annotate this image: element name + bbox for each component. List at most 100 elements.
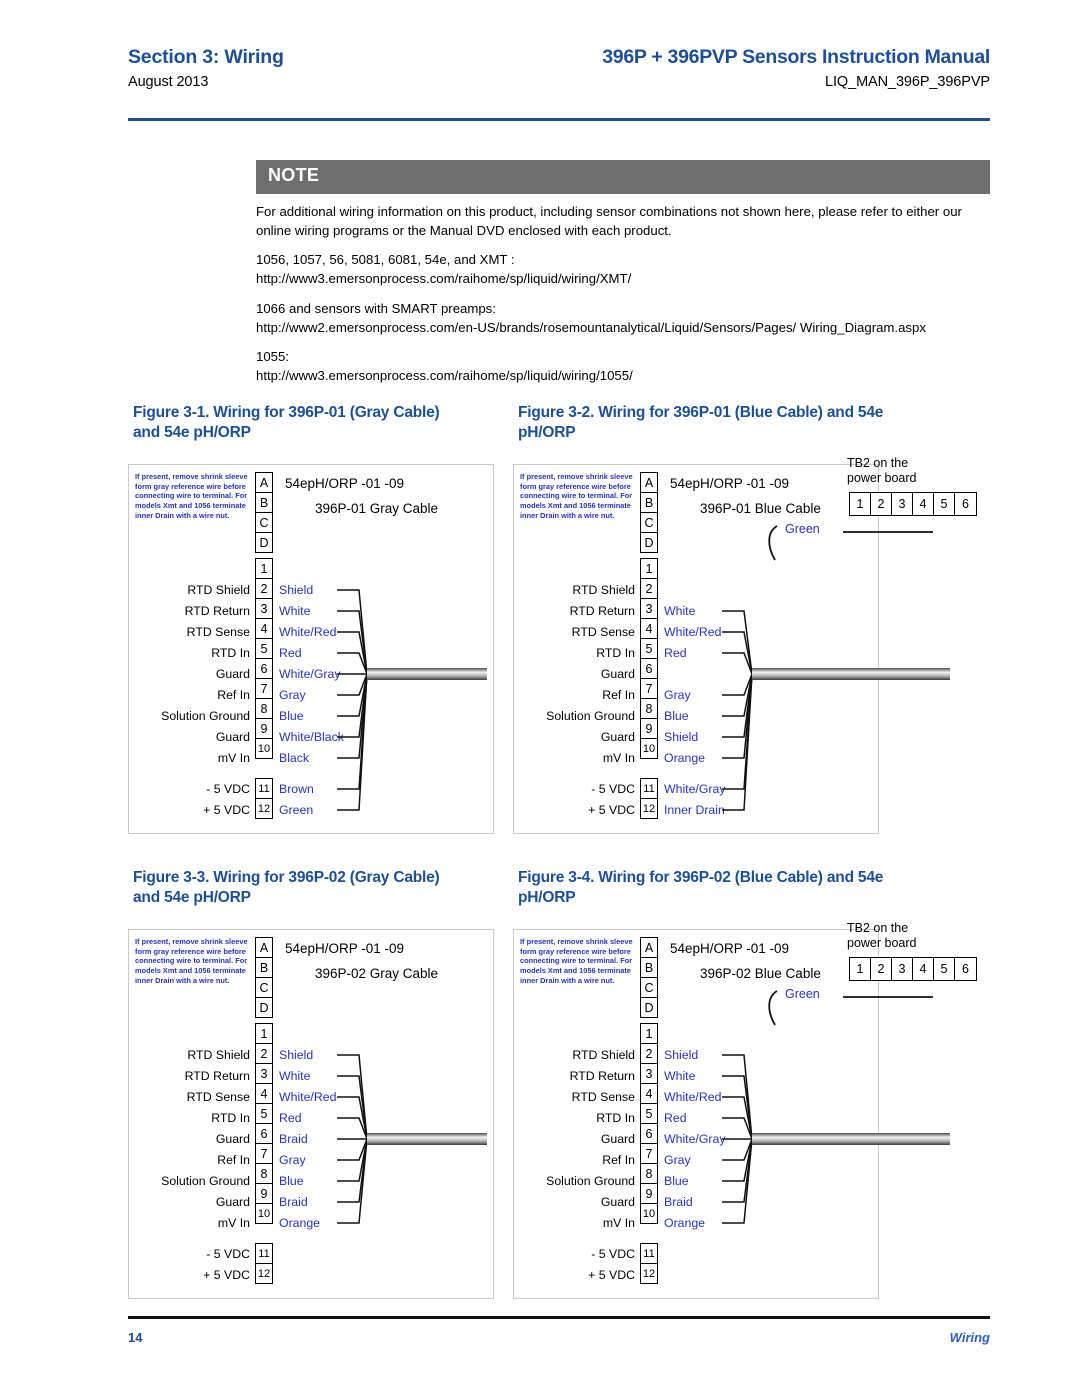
footer-divider (128, 1316, 990, 1319)
wire-label-10: Orange (279, 1216, 321, 1230)
terminal-11[interactable]: 11 (255, 1243, 273, 1264)
terminal-1[interactable]: 1 (640, 558, 658, 579)
terminal-5[interactable]: 5 (255, 1103, 273, 1124)
terminal-1[interactable]: 1 (255, 558, 273, 579)
letter-terminal-column: ABCD (640, 472, 658, 553)
note-entry-url-1[interactable]: http://www2.emersonprocess.com/en-US/bra… (256, 319, 996, 338)
wire-label-2: Shield (279, 583, 314, 597)
letter-terminal-column: ABCD (255, 937, 273, 1018)
header-divider (128, 118, 990, 121)
tb2-terminal-6[interactable]: 6 (955, 493, 976, 515)
terminal-8[interactable]: 8 (255, 1163, 273, 1184)
terminal-5[interactable]: 5 (640, 1103, 658, 1124)
terminal-2[interactable]: 2 (255, 1043, 273, 1064)
terminal-4[interactable]: 4 (255, 1083, 273, 1104)
terminal-label-5: RTD In (211, 1111, 250, 1125)
terminal-11[interactable]: 11 (640, 1243, 658, 1264)
terminal-C[interactable]: C (640, 512, 658, 533)
terminal-3[interactable]: 3 (255, 598, 273, 619)
figure-title-line2: and 54e pH/ORP (133, 888, 251, 906)
terminal-4[interactable]: 4 (640, 1083, 658, 1104)
terminal-A[interactable]: A (255, 937, 273, 958)
terminal-C[interactable]: C (640, 977, 658, 998)
terminal-10[interactable]: 10 (255, 738, 273, 759)
terminal-4[interactable]: 4 (640, 618, 658, 639)
wire-label-9: Shield (664, 730, 699, 744)
terminal-12[interactable]: 12 (255, 1263, 273, 1284)
terminal-12[interactable]: 12 (640, 1263, 658, 1284)
terminal-label-3: RTD Return (184, 604, 250, 618)
note-entry-models-0: 1056, 1057, 56, 5081, 6081, 54e, and XMT… (256, 252, 515, 268)
shrink-sleeve-note: If present, remove shrink sleeve form gr… (135, 472, 248, 520)
terminal-label-11: - 5 VDC (591, 1247, 635, 1261)
terminal-label-10: mV In (217, 1216, 250, 1230)
terminal-2[interactable]: 2 (640, 578, 658, 599)
note-paragraph: For additional wiring information on thi… (256, 204, 962, 238)
terminal-8[interactable]: 8 (255, 698, 273, 719)
terminal-6[interactable]: 6 (640, 658, 658, 679)
tb2-terminal-5[interactable]: 5 (934, 958, 955, 980)
terminal-3[interactable]: 3 (255, 1063, 273, 1084)
terminal-6[interactable]: 6 (640, 1123, 658, 1144)
terminal-12[interactable]: 12 (255, 798, 273, 819)
terminal-7[interactable]: 7 (640, 1143, 658, 1164)
note-header-bar: NOTE (256, 160, 990, 194)
terminal-D[interactable]: D (255, 532, 273, 553)
terminal-7[interactable]: 7 (640, 678, 658, 699)
terminal-11[interactable]: 11 (640, 778, 658, 799)
terminal-4[interactable]: 4 (255, 618, 273, 639)
terminal-B[interactable]: B (640, 957, 658, 978)
terminal-5[interactable]: 5 (640, 638, 658, 659)
terminal-B[interactable]: B (255, 957, 273, 978)
terminal-A[interactable]: A (640, 472, 658, 493)
terminal-label-12: + 5 VDC (588, 803, 635, 817)
terminal-12[interactable]: 12 (640, 798, 658, 819)
note-entry-url-2[interactable]: http://www3.emersonprocess.com/raihome/s… (256, 367, 996, 386)
terminal-label-2: RTD Shield (572, 1048, 635, 1062)
power-terminal-column: 11 12 (255, 1243, 273, 1284)
terminal-label-8: Solution Ground (161, 709, 250, 723)
terminal-2[interactable]: 2 (640, 1043, 658, 1064)
tb2-terminal-5[interactable]: 5 (934, 493, 955, 515)
terminal-3[interactable]: 3 (640, 598, 658, 619)
terminal-10[interactable]: 10 (640, 738, 658, 759)
note-entry-url-0[interactable]: http://www3.emersonprocess.com/raihome/s… (256, 270, 996, 289)
terminal-A[interactable]: A (255, 472, 273, 493)
terminal-6[interactable]: 6 (255, 1123, 273, 1144)
terminal-9[interactable]: 9 (255, 1183, 273, 1204)
figure-box-3: If present, remove shrink sleeve form gr… (128, 929, 494, 1299)
terminal-2[interactable]: 2 (255, 578, 273, 599)
terminal-A[interactable]: A (640, 937, 658, 958)
terminal-C[interactable]: C (255, 512, 273, 533)
terminal-6[interactable]: 6 (255, 658, 273, 679)
terminal-label-9: Guard (215, 1195, 250, 1209)
terminal-label-2: RTD Shield (572, 583, 635, 597)
terminal-7[interactable]: 7 (255, 1143, 273, 1164)
wire-label-6: White/Gray (279, 667, 341, 681)
terminal-11[interactable]: 11 (255, 778, 273, 799)
terminal-8[interactable]: 8 (640, 1163, 658, 1184)
terminal-D[interactable]: D (640, 997, 658, 1018)
green-wire-path (768, 990, 933, 1026)
terminal-1[interactable]: 1 (255, 1023, 273, 1044)
terminal-label-4: RTD Sense (571, 1090, 635, 1104)
terminal-D[interactable]: D (255, 997, 273, 1018)
terminal-10[interactable]: 10 (255, 1203, 273, 1224)
terminal-C[interactable]: C (255, 977, 273, 998)
wire-label-3: White (664, 1069, 696, 1083)
terminal-label-8: Solution Ground (546, 709, 635, 723)
terminal-9[interactable]: 9 (255, 718, 273, 739)
terminal-label-11: - 5 VDC (206, 782, 250, 796)
terminal-9[interactable]: 9 (640, 1183, 658, 1204)
terminal-B[interactable]: B (255, 492, 273, 513)
terminal-9[interactable]: 9 (640, 718, 658, 739)
terminal-7[interactable]: 7 (255, 678, 273, 699)
terminal-D[interactable]: D (640, 532, 658, 553)
terminal-10[interactable]: 10 (640, 1203, 658, 1224)
terminal-1[interactable]: 1 (640, 1023, 658, 1044)
terminal-3[interactable]: 3 (640, 1063, 658, 1084)
terminal-5[interactable]: 5 (255, 638, 273, 659)
terminal-8[interactable]: 8 (640, 698, 658, 719)
tb2-terminal-6[interactable]: 6 (955, 958, 976, 980)
terminal-B[interactable]: B (640, 492, 658, 513)
